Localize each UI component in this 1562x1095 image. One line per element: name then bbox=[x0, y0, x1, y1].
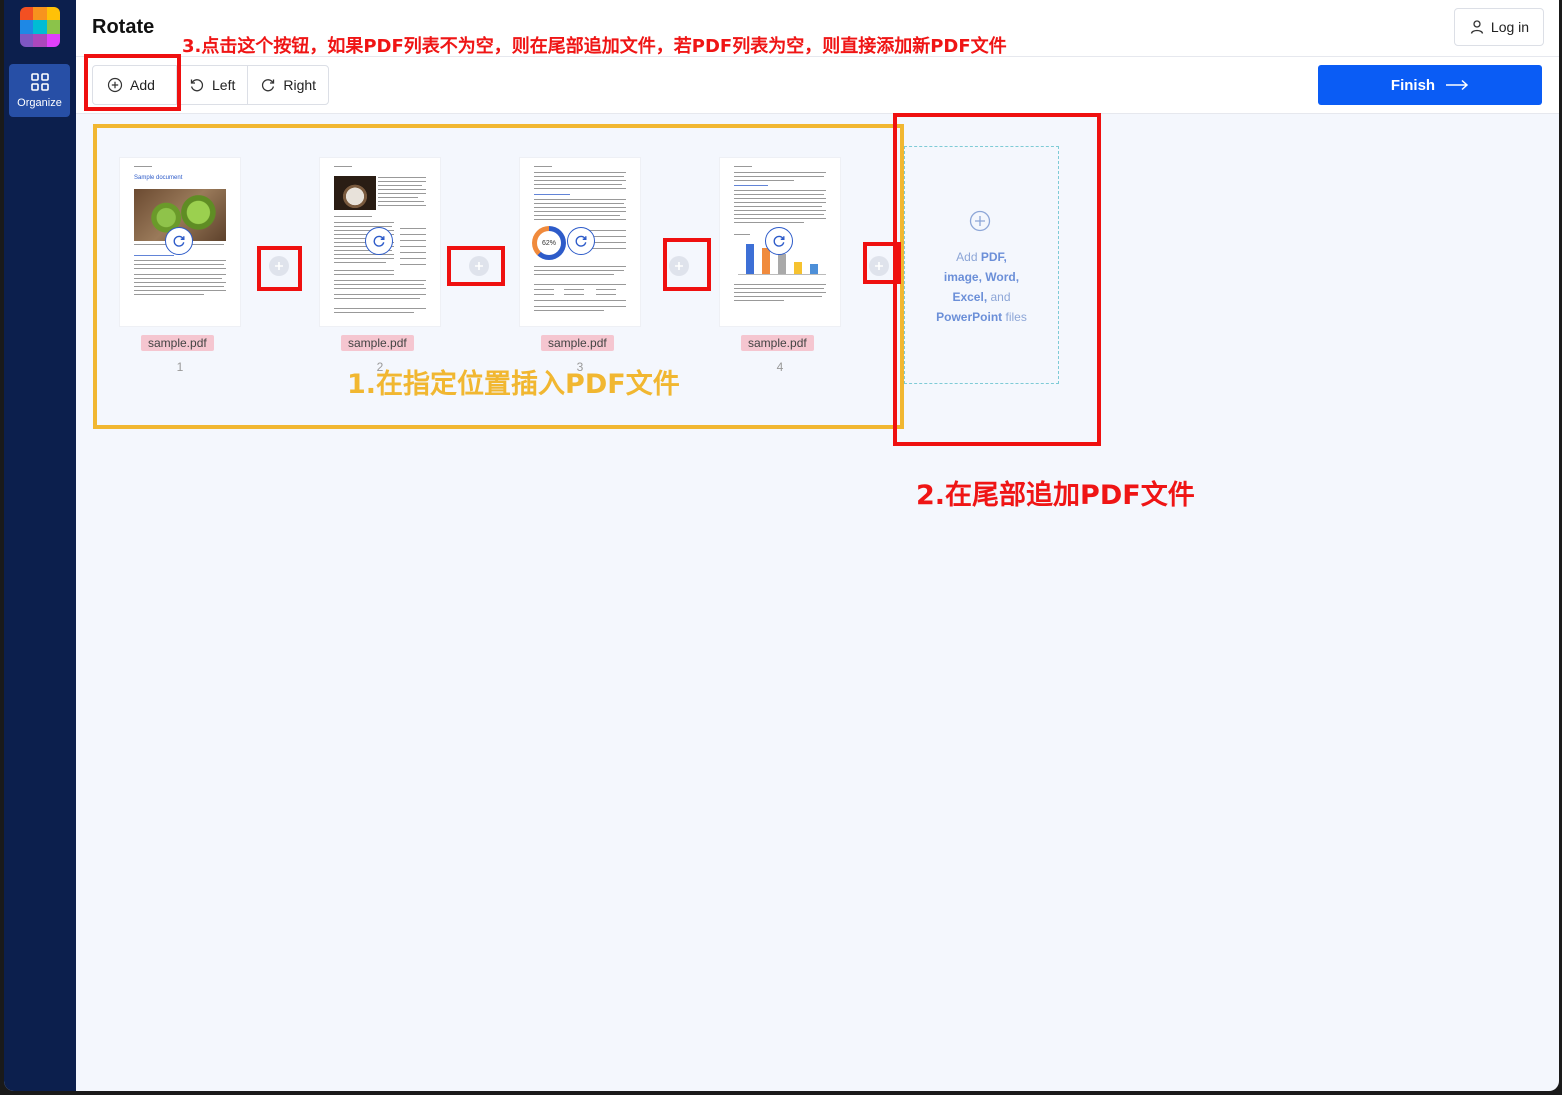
annotation-note-2: 2.在尾部追加PDF文件 bbox=[916, 480, 1195, 511]
rotate-right-button[interactable]: Right bbox=[247, 66, 328, 104]
rotate-right-icon bbox=[262, 79, 275, 92]
app-logo[interactable] bbox=[20, 7, 60, 47]
finish-button[interactable]: Finish bbox=[1318, 65, 1542, 105]
annotation-note-3: 3.点击这个按钮，如果PDF列表不为空，则在尾部追加文件，若PDF列表为空，则直… bbox=[182, 36, 1007, 57]
annotation-note-1: 1.在指定位置插入PDF文件 bbox=[347, 369, 680, 400]
annotation-box-append bbox=[893, 113, 1101, 446]
left-label: Left bbox=[212, 77, 236, 93]
login-button[interactable]: Log in bbox=[1454, 8, 1544, 46]
right-label: Right bbox=[283, 77, 317, 93]
grid-icon bbox=[31, 73, 49, 91]
finish-label: Finish bbox=[1390, 76, 1436, 94]
rotate-left-icon bbox=[190, 79, 204, 92]
user-icon bbox=[1470, 20, 1484, 34]
annotation-box-insert-3 bbox=[663, 238, 711, 291]
app-window: Organize Rotate Log in Add Left Right Fi… bbox=[4, 0, 1559, 1091]
page-title: Rotate bbox=[92, 16, 155, 38]
annotation-box-insert-1 bbox=[257, 246, 302, 291]
sidebar: Organize bbox=[4, 0, 76, 1091]
arrow-right-icon bbox=[1446, 79, 1469, 91]
login-label: Log in bbox=[1490, 19, 1530, 35]
annotation-box-add bbox=[84, 54, 181, 111]
sidebar-item-label: Organize bbox=[17, 97, 62, 109]
sidebar-item-organize[interactable]: Organize bbox=[9, 64, 70, 117]
rotate-left-button[interactable]: Left bbox=[176, 66, 247, 104]
toolbar: Add Left Right Finish bbox=[76, 57, 1559, 114]
annotation-box-insert-2 bbox=[447, 246, 505, 286]
